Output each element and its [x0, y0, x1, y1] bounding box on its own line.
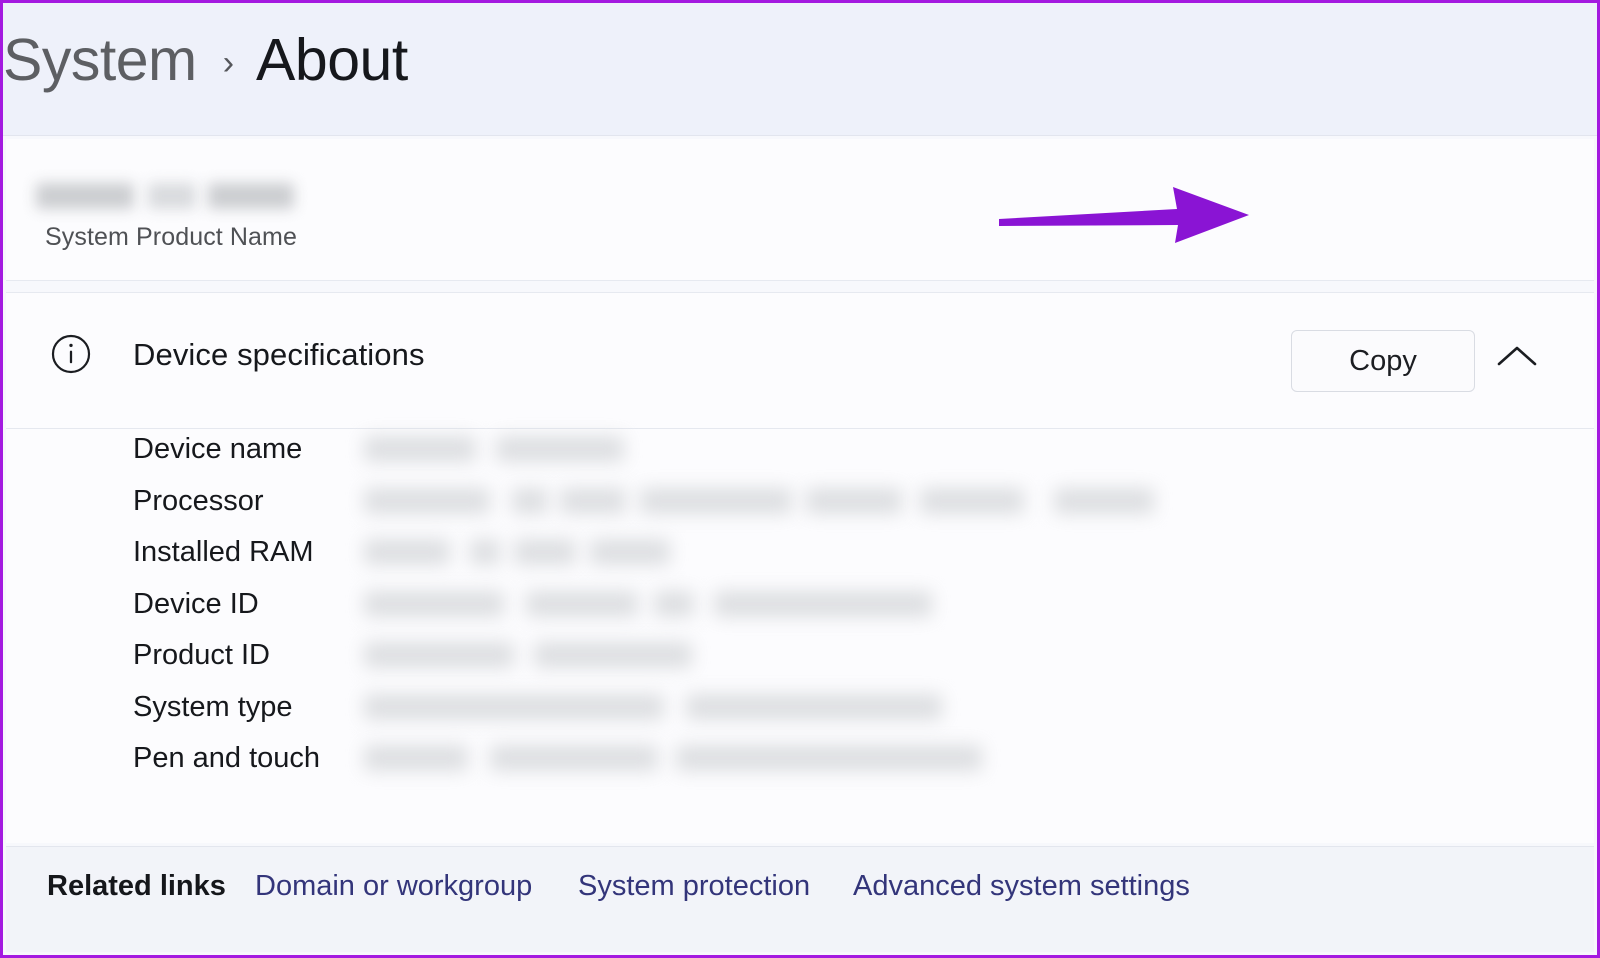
related-link-advanced-system-settings[interactable]: Advanced system settings [853, 870, 1190, 903]
table-row: Device name [6, 430, 1594, 482]
breadcrumb: System › About [3, 31, 408, 90]
chevron-right-icon: › [222, 43, 235, 82]
table-row: Product ID [6, 636, 1594, 688]
spec-label-processor: Processor [133, 484, 264, 517]
spec-label-pen-and-touch: Pen and touch [133, 742, 321, 774]
chevron-up-icon[interactable] [1496, 343, 1538, 369]
related-links-label: Related links [47, 870, 226, 902]
page-title: About [256, 27, 408, 93]
spec-value-device-id [364, 590, 934, 619]
info-circle-icon [51, 334, 91, 374]
spec-value-pen-and-touch [364, 745, 984, 773]
copy-button[interactable]: Copy [1291, 330, 1475, 392]
related-link-system-protection[interactable]: System protection [578, 870, 810, 903]
breadcrumb-item-system[interactable]: System [3, 31, 197, 90]
spec-label-system-type: System type [133, 690, 293, 723]
spec-label-product-id: Product ID [133, 639, 270, 671]
related-link-domain-or-workgroup[interactable]: Domain or workgroup [255, 870, 532, 903]
table-row: System type [6, 688, 1594, 740]
spec-value-processor [364, 487, 1154, 516]
table-row: Processor [6, 482, 1594, 534]
spec-value-device-name [364, 436, 624, 464]
spec-value-installed-ram [364, 539, 674, 567]
related-links-bar: Related links Domain or workgroup System… [6, 846, 1594, 952]
table-row: Installed RAM [6, 533, 1594, 585]
pc-name-card: System Product Name Rename this PC [6, 139, 1594, 382]
system-product-name-label: System Product Name [45, 223, 297, 251]
page-header: System › About [3, 3, 1597, 136]
spec-label-device-name: Device name [133, 433, 303, 465]
spec-value-product-id [364, 642, 694, 670]
device-name-redacted [32, 179, 302, 213]
device-specifications-list: Device name Processor Installed RAM Devi… [6, 430, 1594, 843]
device-specifications-title: Device specifications [133, 337, 425, 372]
table-row: Device ID [6, 585, 1594, 637]
spec-label-device-id: Device ID [133, 587, 259, 620]
spec-label-installed-ram: Installed RAM [133, 536, 314, 568]
spec-value-system-type [364, 693, 944, 722]
settings-about-page: System › About System Product Name Renam… [0, 0, 1600, 958]
table-row: Pen and touch [6, 739, 1594, 791]
